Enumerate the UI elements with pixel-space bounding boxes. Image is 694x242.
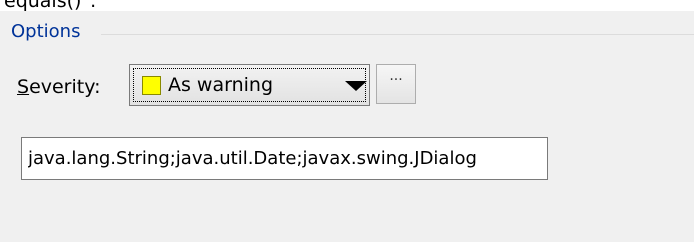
- group-separator: [101, 34, 694, 35]
- severity-selected-value: As warning: [168, 74, 274, 96]
- severity-label: Severity:: [17, 76, 101, 98]
- more-options-button[interactable]: ···: [376, 64, 416, 104]
- ignored-classes-input[interactable]: [21, 137, 548, 180]
- options-group-title: Options: [11, 21, 87, 43]
- severity-combobox[interactable]: As warning: [129, 64, 370, 106]
- options-panel: [0, 11, 694, 242]
- severity-color-swatch: [142, 76, 161, 95]
- severity-label-text: everity:: [29, 76, 101, 98]
- severity-label-mnemonic: S: [17, 76, 30, 98]
- dropdown-arrow-icon: [345, 81, 367, 91]
- description-text: equals()".: [4, 0, 97, 12]
